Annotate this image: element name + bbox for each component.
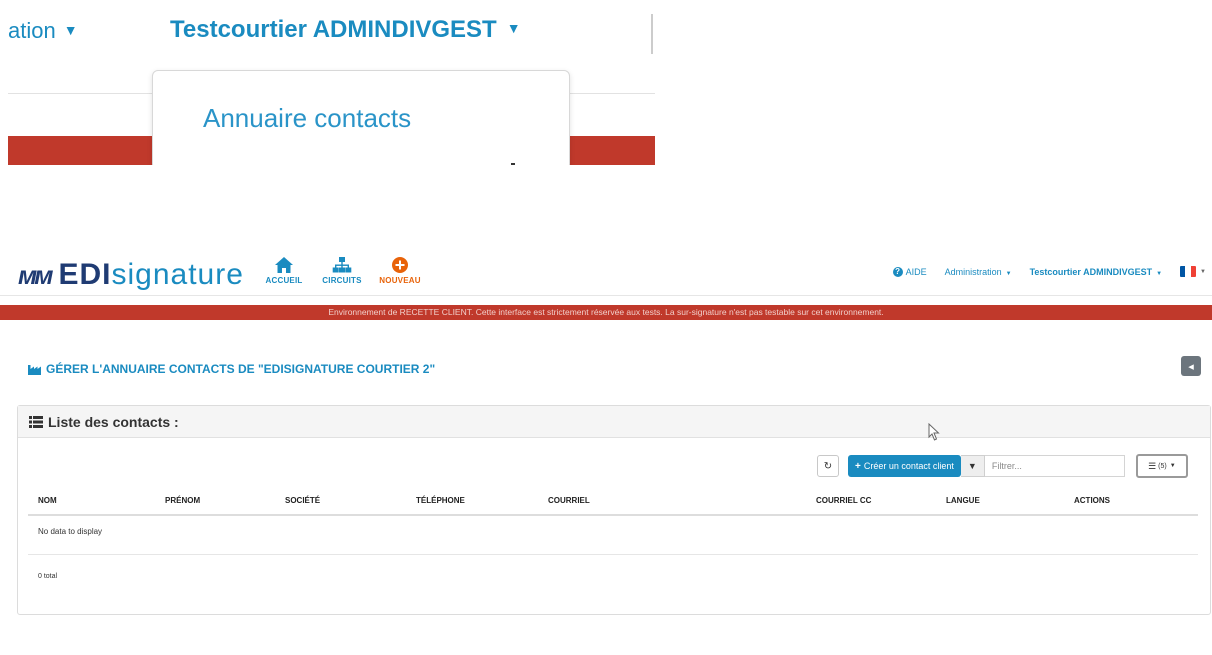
columns-toggle-button[interactable]: ☰ (5) ▼ bbox=[1135, 454, 1188, 478]
filter-input[interactable] bbox=[984, 455, 1125, 477]
column-header-nom[interactable]: NOM bbox=[38, 496, 57, 505]
page-title-text: GÉRER L'ANNUAIRE CONTACTS DE "EDISIGNATU… bbox=[46, 362, 436, 376]
page-title: GÉRER L'ANNUAIRE CONTACTS DE "EDISIGNATU… bbox=[28, 362, 435, 376]
column-header-courriel-cc[interactable]: COURRIEL CC bbox=[816, 496, 871, 505]
navbar-right: ? AIDE Administration ▼ Testcourtier ADMI… bbox=[892, 266, 1206, 277]
refresh-button[interactable]: ↻ bbox=[817, 455, 839, 477]
mouse-cursor-icon bbox=[928, 423, 940, 441]
table-divider bbox=[28, 554, 1198, 555]
nav-circuits[interactable]: CIRCUITS bbox=[320, 256, 364, 285]
help-link[interactable]: ? AIDE bbox=[892, 266, 927, 277]
column-header-langue[interactable]: LANGUE bbox=[946, 496, 980, 505]
caret-down-icon: ▼ bbox=[1156, 270, 1163, 277]
plus-circle-icon bbox=[392, 257, 408, 273]
administration-menu[interactable]: Administration ▼ bbox=[945, 267, 1012, 277]
panel-title: Liste des contacts : bbox=[48, 413, 179, 430]
french-flag-icon bbox=[1180, 266, 1197, 277]
panel-header: Liste des contacts : bbox=[18, 406, 1210, 438]
nav-nouveau[interactable]: NOUVEAU bbox=[378, 256, 422, 285]
plus-icon: + bbox=[855, 460, 861, 472]
filter-icon: ▼ bbox=[960, 455, 985, 477]
caret-down-icon: ▼ bbox=[63, 22, 78, 38]
empty-message: No data to display bbox=[38, 527, 103, 536]
main-nav: ACCUEIL CIRCUITS NOUVEAU bbox=[262, 256, 422, 285]
logo-text-light: signature bbox=[111, 258, 244, 291]
back-button[interactable]: ◂ bbox=[1181, 356, 1201, 376]
logo-text-bold: EDI bbox=[58, 258, 112, 291]
menu-item-fragment bbox=[511, 163, 515, 165]
caret-down-icon: ▼ bbox=[506, 20, 521, 36]
navbar: ᴍᴍ EDI signature ACCUEIL CIRCUITS NOUVEA… bbox=[0, 248, 1212, 296]
divider bbox=[651, 14, 653, 54]
industry-icon bbox=[28, 364, 41, 375]
list-icon: ☰ bbox=[1148, 460, 1157, 471]
app-window: ᴍᴍ EDI signature ACCUEIL CIRCUITS NOUVEA… bbox=[0, 248, 1212, 655]
caret-down-icon: ▼ bbox=[1200, 268, 1206, 275]
help-label: AIDE bbox=[905, 266, 927, 277]
logo-mark-icon: ᴍᴍ bbox=[18, 259, 54, 290]
table-header: NOM PRÉNOM SOCIÉTÉ TÉLÉPHONE COURRIEL CO… bbox=[28, 494, 1198, 516]
nav-accueil-label: ACCUEIL bbox=[265, 276, 303, 285]
nav-accueil[interactable]: ACCUEIL bbox=[262, 256, 306, 285]
create-contact-label: Créer un contact client bbox=[863, 461, 954, 471]
column-header-telephone[interactable]: TÉLÉPHONE bbox=[416, 496, 465, 505]
menu-item-annuaire-contacts[interactable]: Annuaire contacts bbox=[203, 103, 411, 134]
language-menu[interactable]: ▼ bbox=[1180, 266, 1206, 277]
user-menu[interactable]: Testcourtier ADMINDIVGEST ▼ bbox=[1030, 267, 1162, 277]
user-menu-name: Testcourtier ADMINDIVGEST bbox=[1029, 266, 1153, 277]
column-header-actions[interactable]: ACTIONS bbox=[1074, 496, 1110, 505]
administration-menu-label: ation bbox=[8, 18, 56, 43]
list-icon bbox=[29, 415, 43, 428]
column-header-prenom[interactable]: PRÉNOM bbox=[165, 496, 200, 505]
administration-label: Administration bbox=[944, 266, 1002, 277]
user-menu-zoomed[interactable]: Testcourtier ADMINDIVGEST ▼ bbox=[170, 16, 521, 44]
home-icon bbox=[275, 257, 293, 273]
caret-down-icon: ▼ bbox=[1005, 270, 1012, 277]
arrow-left-icon: ◂ bbox=[1188, 360, 1194, 373]
question-circle-icon: ? bbox=[892, 266, 903, 277]
column-header-courriel[interactable]: COURRIEL bbox=[548, 496, 590, 505]
sitemap-icon bbox=[332, 257, 352, 273]
refresh-icon: ↻ bbox=[823, 460, 833, 472]
user-dropdown-menu: Annuaire contacts bbox=[152, 70, 570, 165]
zoom-inset: ation ▼ Testcourtier ADMINDIVGEST ▼ Annuai… bbox=[0, 0, 655, 165]
administration-menu-partial[interactable]: ation ▼ bbox=[8, 18, 78, 44]
nav-nouveau-label: NOUVEAU bbox=[379, 276, 421, 285]
edisignature-logo[interactable]: ᴍᴍ EDI signature bbox=[18, 258, 244, 292]
nav-circuits-label: CIRCUITS bbox=[322, 276, 362, 285]
user-menu-label: Testcourtier ADMINDIVGEST bbox=[170, 16, 497, 43]
create-contact-button[interactable]: + Créer un contact client bbox=[848, 455, 961, 477]
contacts-panel: Liste des contacts : ↻ + Créer un contac… bbox=[17, 405, 1211, 615]
table-toolbar: ↻ + Créer un contact client ▼ ☰ (5) ▼ bbox=[817, 454, 1188, 478]
columns-count: (5) bbox=[1158, 462, 1167, 470]
environment-banner: Environnement de RECETTE CLIENT. Cette i… bbox=[0, 305, 1212, 320]
column-header-societe[interactable]: SOCIÉTÉ bbox=[285, 496, 320, 505]
table-footer-total: 0 total bbox=[38, 573, 58, 580]
caret-down-icon: ▼ bbox=[1169, 463, 1176, 469]
